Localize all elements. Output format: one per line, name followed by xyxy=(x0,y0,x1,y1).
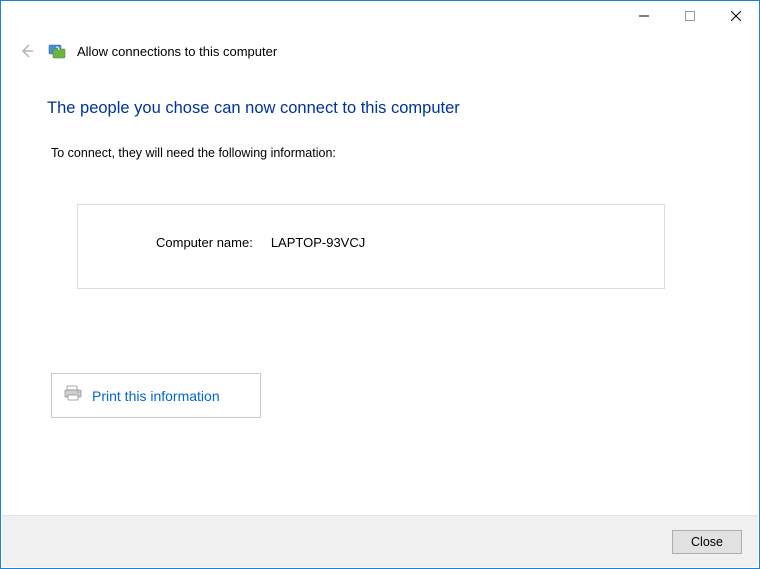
window-close-button[interactable] xyxy=(713,1,759,31)
minimize-button[interactable] xyxy=(621,1,667,31)
instruction-text: To connect, they will need the following… xyxy=(47,146,713,160)
minimize-icon xyxy=(639,11,649,21)
computer-name-label: Computer name: xyxy=(156,235,253,250)
printer-icon xyxy=(64,384,82,407)
footer: Close xyxy=(2,515,758,567)
maximize-icon xyxy=(685,11,695,21)
close-icon xyxy=(731,11,741,21)
print-information-button[interactable]: Print this information xyxy=(51,373,261,418)
maximize-button[interactable] xyxy=(667,1,713,31)
close-button[interactable]: Close xyxy=(672,530,742,554)
window-controls xyxy=(621,1,759,31)
titlebar xyxy=(1,1,759,31)
header: Allow connections to this computer xyxy=(1,31,759,71)
print-button-label: Print this information xyxy=(92,388,220,404)
remote-desktop-icon xyxy=(47,41,67,61)
back-button[interactable] xyxy=(15,39,39,63)
main-content: The people you chose can now connect to … xyxy=(1,71,759,418)
computer-name-value: LAPTOP-93VCJ xyxy=(271,235,365,250)
window-title: Allow connections to this computer xyxy=(77,44,277,59)
connection-info-box: Computer name: LAPTOP-93VCJ xyxy=(77,204,665,289)
page-heading: The people you chose can now connect to … xyxy=(47,99,713,118)
back-arrow-icon xyxy=(19,43,35,59)
